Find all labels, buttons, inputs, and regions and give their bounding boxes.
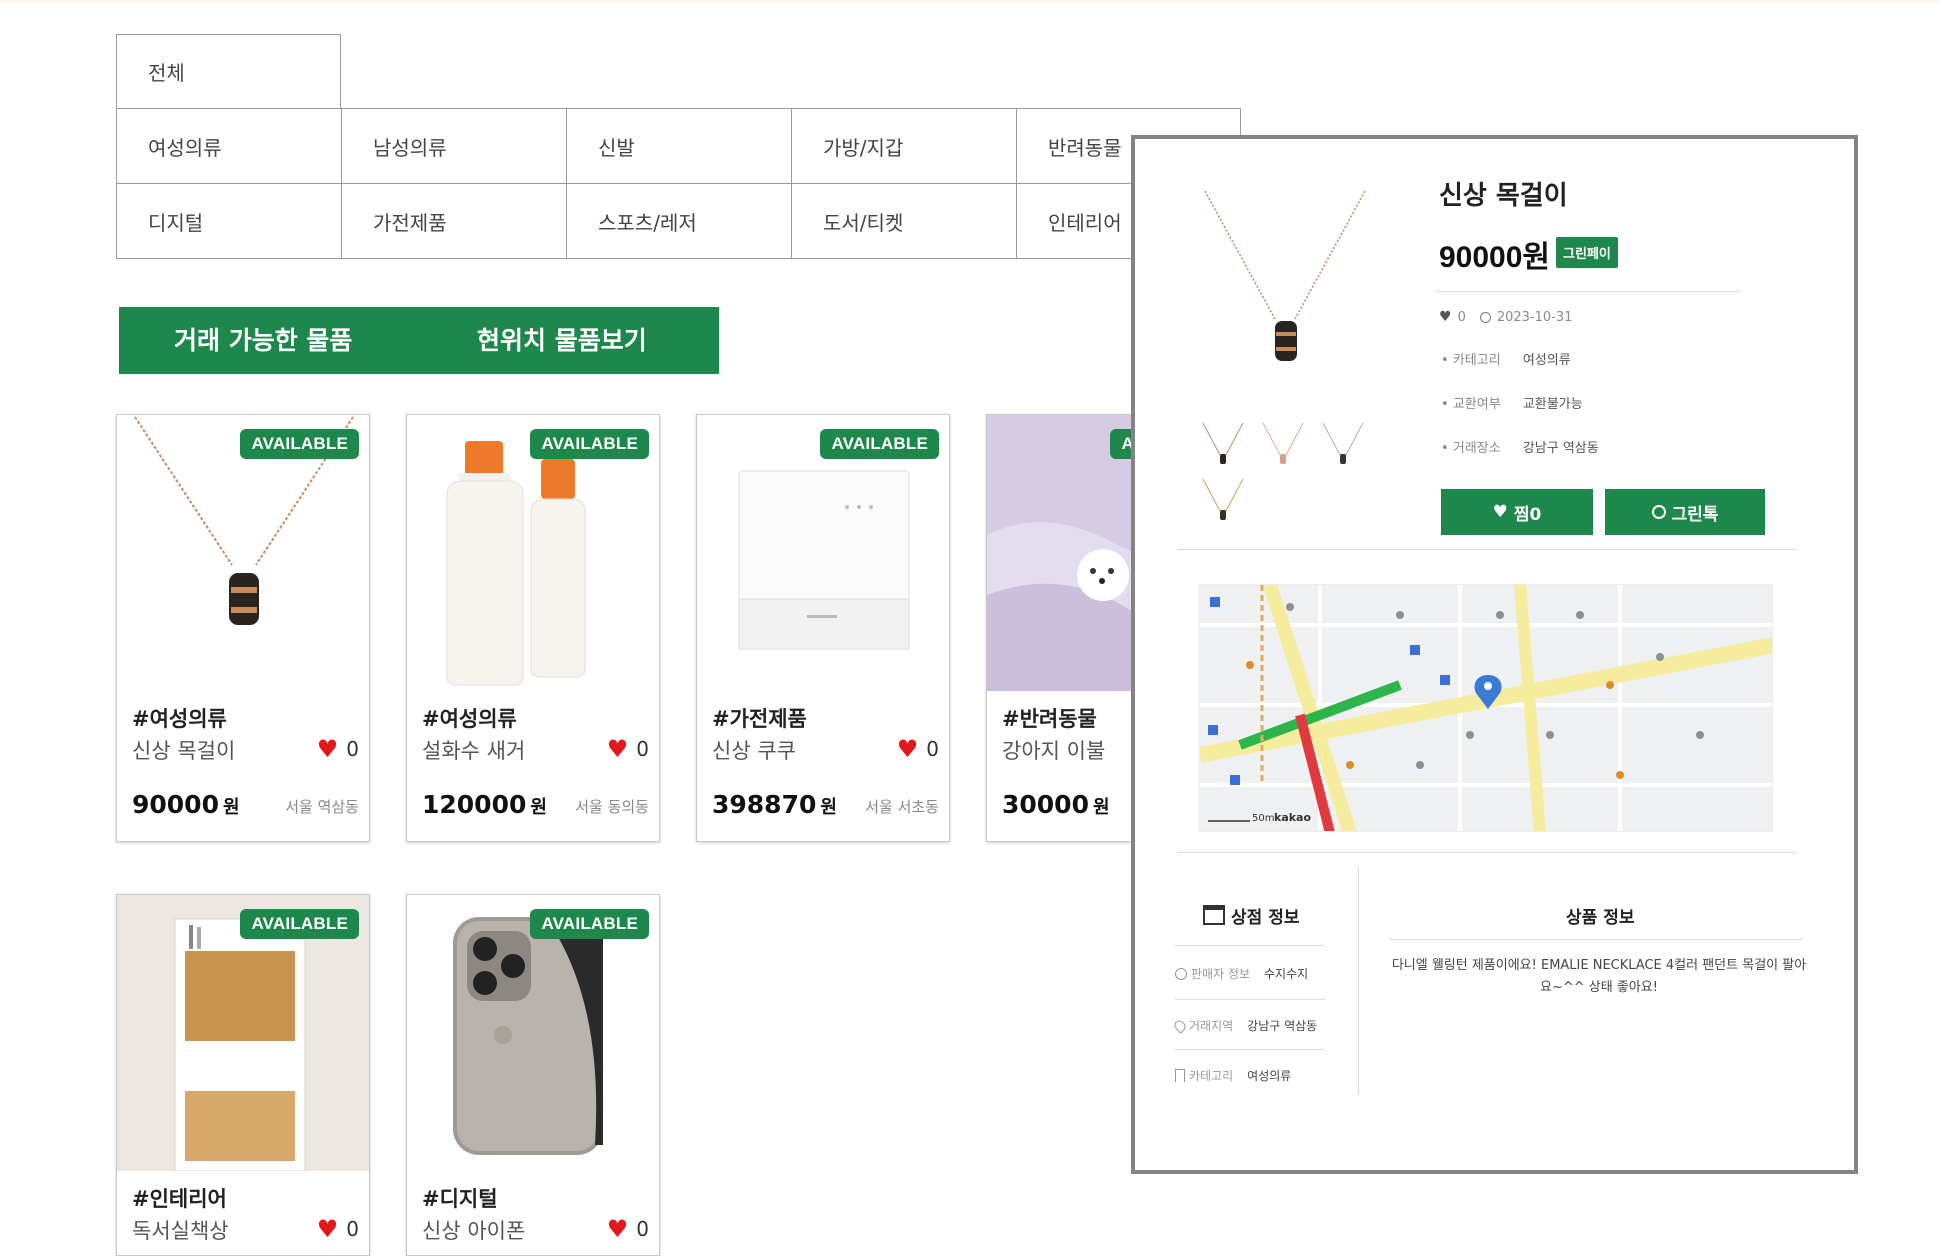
seller-name[interactable]: 수지수지 (1264, 965, 1308, 982)
product-category: #반려동물 (1002, 707, 1097, 731)
detail-date: 2023-10-31 (1496, 309, 1573, 325)
category-books-tickets[interactable]: 도서/티켓 (791, 183, 1017, 259)
chat-icon (1651, 505, 1666, 519)
category-bags[interactable]: 가방/지갑 (791, 108, 1017, 184)
detail-row-exchange: • 교환여부 교환불가능 (1441, 397, 1583, 412)
bookmark-icon (1175, 1069, 1185, 1082)
detail-title: 신상 목걸이 (1439, 181, 1568, 211)
available-badge: AVAILABLE (530, 909, 649, 939)
category-row: 카테고리 여성의류 (1175, 1067, 1291, 1084)
thumbnail[interactable] (1321, 421, 1365, 465)
heart-icon: ♥ (1492, 502, 1508, 522)
detail-price: 90000원 (1439, 241, 1551, 274)
product-location: 서울 동의동 (575, 798, 649, 816)
product-price: 30000 원 (1002, 790, 1110, 819)
product-card[interactable]: AVAILABLE #여성의류 설화수 새거 ♥ 0 120000 원 서울 동의동 (406, 414, 660, 842)
product-name: 설화수 새거 (422, 739, 526, 763)
product-name: 신상 쿠쿠 (712, 739, 796, 763)
product-category: #가전제품 (712, 707, 807, 731)
category-appliances[interactable]: 가전제품 (341, 183, 567, 259)
store-info-title: 상점 정보 (1231, 908, 1300, 928)
product-name: 신상 아이폰 (422, 1219, 526, 1243)
available-badge: AVAILABLE (240, 909, 359, 939)
available-badge: AVAILABLE (530, 429, 649, 459)
trade-area-row: 거래지역 강남구 역삼동 (1172, 1017, 1317, 1034)
product-category: #디지털 (422, 1187, 498, 1211)
product-card[interactable]: AVAILABLE #가전제품 신상 쿠쿠 ♥ 0 398870 원 서울 서초동 (696, 414, 950, 842)
product-card[interactable]: AVAILABLE #디지털 신상 아이폰 ♥ 0 (406, 894, 660, 1256)
tab-nearby-items[interactable]: 현위치 물품보기 (477, 307, 647, 374)
divider (1175, 1049, 1325, 1050)
heart-icon: ♥ (316, 1215, 339, 1243)
product-location: 서울 역삼동 (285, 798, 359, 816)
detail-meta: ♥ 0 2023-10-31 (1439, 309, 1572, 325)
divider (1389, 939, 1803, 940)
available-badge: AVAILABLE (820, 429, 939, 459)
detail-row-category: • 카테고리 여성의류 (1441, 353, 1571, 368)
map-scale: 50m (1252, 813, 1275, 824)
like-count[interactable]: ♥ 0 (897, 737, 939, 761)
thumbnail[interactable] (1261, 421, 1305, 465)
thumbnail[interactable] (1201, 477, 1245, 521)
location-pin-icon (1172, 1017, 1188, 1034)
product-price: 398870 원 (712, 790, 837, 819)
like-button[interactable]: ♥ 찜0 (1441, 489, 1593, 535)
green-pay-badge: 그린페이 (1556, 237, 1618, 268)
heart-icon: ♥ (316, 735, 339, 763)
like-count[interactable]: ♥ 0 (607, 1217, 649, 1241)
divider (1175, 945, 1325, 946)
product-card[interactable]: AVAILABLE #여성의류 신상 목걸이 ♥ 0 90000 원 서울 역삼동 (116, 414, 370, 842)
like-count[interactable]: ♥ 0 (607, 737, 649, 761)
clock-icon (1479, 311, 1491, 323)
like-count[interactable]: ♥ 0 (317, 737, 359, 761)
map-brand-logo: kakao (1274, 811, 1312, 824)
divider (1177, 852, 1797, 853)
like-count[interactable]: ♥ 0 (317, 1217, 359, 1241)
heart-icon: ♥ (606, 1215, 629, 1243)
product-category: #인테리어 (132, 1187, 227, 1211)
location-map[interactable]: 50m kakao (1199, 584, 1773, 832)
detail-like-count: 0 (1457, 309, 1466, 325)
heart-icon: ♥ (606, 735, 629, 763)
product-name: 신상 목걸이 (132, 739, 236, 763)
product-category: #여성의류 (422, 707, 517, 731)
green-talk-button[interactable]: 그린톡 (1605, 489, 1765, 535)
product-card[interactable]: AVAILABLE #인테리어 독서실책상 ♥ 0 (116, 894, 370, 1256)
product-price: 120000 원 (422, 790, 547, 819)
user-icon (1175, 967, 1187, 980)
available-badge: AVAILABLE (240, 429, 359, 459)
product-location: 서울 서초동 (865, 798, 939, 816)
thumbnail[interactable] (1201, 421, 1245, 465)
category-sports[interactable]: 스포츠/레저 (566, 183, 792, 259)
top-strip (0, 0, 1940, 3)
category-digital[interactable]: 디지털 (116, 183, 342, 259)
product-description: 다니엘 웰링턴 제품이에요! EMALIE NECKLACE 4컬러 팬던트 목… (1391, 958, 1807, 995)
category-all[interactable]: 전체 (116, 34, 341, 109)
divider (1177, 549, 1797, 550)
seller-info-row: 판매자 정보 수지수지 (1175, 965, 1308, 982)
product-name: 강아지 이불 (1002, 739, 1106, 763)
divider (1435, 291, 1741, 292)
store-icon (1203, 905, 1225, 925)
category-mens-clothing[interactable]: 남성의류 (341, 108, 567, 184)
tab-bar: 거래 가능한 물품 현위치 물품보기 (119, 307, 719, 374)
category-shoes[interactable]: 신발 (566, 108, 792, 184)
vertical-divider (1358, 867, 1359, 1095)
category-womens-clothing[interactable]: 여성의류 (116, 108, 342, 184)
heart-icon: ♥ (896, 735, 919, 763)
product-price: 90000 원 (132, 790, 240, 819)
divider (1175, 999, 1325, 1000)
product-category: #여성의류 (132, 707, 227, 731)
detail-main-image (1195, 187, 1375, 367)
product-detail-panel: 신상 목걸이 90000원 그린페이 ♥ 0 2023-10-31 • 카테고리… (1131, 135, 1858, 1174)
heart-icon: ♥ (1439, 309, 1452, 325)
product-name: 독서실책상 (132, 1219, 229, 1243)
tab-available-items[interactable]: 거래 가능한 물품 (174, 307, 352, 374)
product-info-title: 상품 정보 (1566, 908, 1635, 928)
detail-row-location: • 거래장소 강남구 역삼동 (1441, 441, 1599, 456)
